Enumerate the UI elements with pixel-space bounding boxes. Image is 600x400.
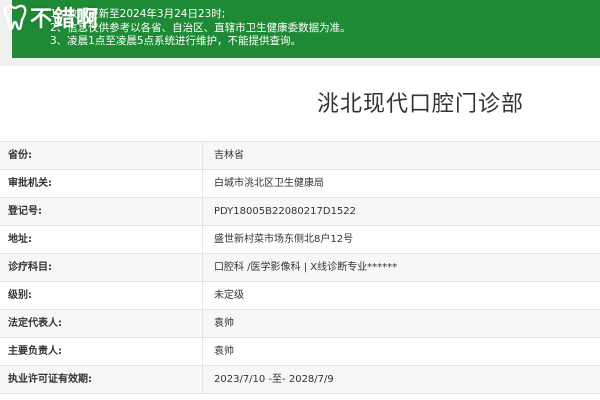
title-area: 洮北现代口腔门诊部 xyxy=(0,66,600,132)
row-value: 盛世新村菜市场东侧北8户12号 xyxy=(214,234,354,245)
row-label: 省份: xyxy=(8,150,32,161)
row-label: 执业许可证有效期: xyxy=(8,374,92,385)
table-row: 审批机关: 白城市洮北区卫生健康局 xyxy=(0,170,600,198)
row-value: 袁帅 xyxy=(214,318,234,329)
column-divider xyxy=(202,226,203,253)
column-divider xyxy=(202,254,203,281)
table-row: 执业许可证有效期: 2023/7/10 -至- 2028/7/9 xyxy=(0,366,600,394)
row-value: 未定级 xyxy=(214,290,244,301)
row-value: 吉林省 xyxy=(214,150,244,161)
column-divider xyxy=(202,142,203,169)
notice-line-2: 2、信息仅供参考以各省、自治区、直辖市卫生健康委数据为准。 xyxy=(50,21,351,34)
table-row: 诊疗科目: 口腔科 /医学影像科 | X线诊断专业****** xyxy=(0,254,600,282)
column-divider xyxy=(202,282,203,309)
row-value: 袁帅 xyxy=(214,346,234,357)
tooth-icon xyxy=(3,4,27,31)
row-value: PDY18005B22080217D1522 xyxy=(214,206,357,217)
row-value: 2023/7/10 -至- 2028/7/9 xyxy=(214,374,334,385)
table-row: 省份: 吉林省 xyxy=(0,142,600,170)
row-label: 诊疗科目: xyxy=(8,262,52,273)
row-label: 级别: xyxy=(8,290,32,301)
row-value: 白城市洮北区卫生健康局 xyxy=(214,178,324,189)
table-row: 登记号: PDY18005B22080217D1522 xyxy=(0,198,600,226)
table-row: 主要负责人: 袁帅 xyxy=(0,338,600,366)
notice-banner: 1、数据更新至2024年3月24日23时; 2、信息仅供参考以各省、自治区、直辖… xyxy=(12,0,600,58)
table-row: 法定代表人: 袁帅 xyxy=(0,310,600,338)
row-label: 审批机关: xyxy=(8,178,52,189)
brand-name: 不錯啊 xyxy=(30,6,100,32)
row-label: 法定代表人: xyxy=(8,318,62,329)
row-value: 口腔科 /医学影像科 | X线诊断专业****** xyxy=(214,262,398,273)
column-divider xyxy=(202,366,203,393)
page: 1、数据更新至2024年3月24日23时; 2、信息仅供参考以各省、自治区、直辖… xyxy=(0,0,600,400)
brand-logo: 不錯啊 xyxy=(2,2,99,32)
notice-line-1: 1、数据更新至2024年3月24日23时; xyxy=(50,8,226,20)
info-table: 省份: 吉林省 审批机关: 白城市洮北区卫生健康局 登记号: PDY18005B… xyxy=(0,141,600,394)
notice-line-3: 3、凌晨1点至凌晨5点系统进行维护，不能提供查询。 xyxy=(50,35,302,47)
column-divider xyxy=(202,198,203,225)
page-title: 洮北现代口腔门诊部 xyxy=(316,92,524,117)
column-divider xyxy=(202,170,203,197)
row-label: 地址: xyxy=(8,234,32,245)
table-row: 地址: 盛世新村菜市场东侧北8户12号 xyxy=(0,226,600,254)
column-divider xyxy=(202,310,203,337)
row-label: 登记号: xyxy=(8,206,42,217)
row-label: 主要负责人: xyxy=(8,346,62,357)
column-divider xyxy=(202,338,203,365)
table-row: 级别: 未定级 xyxy=(0,282,600,310)
